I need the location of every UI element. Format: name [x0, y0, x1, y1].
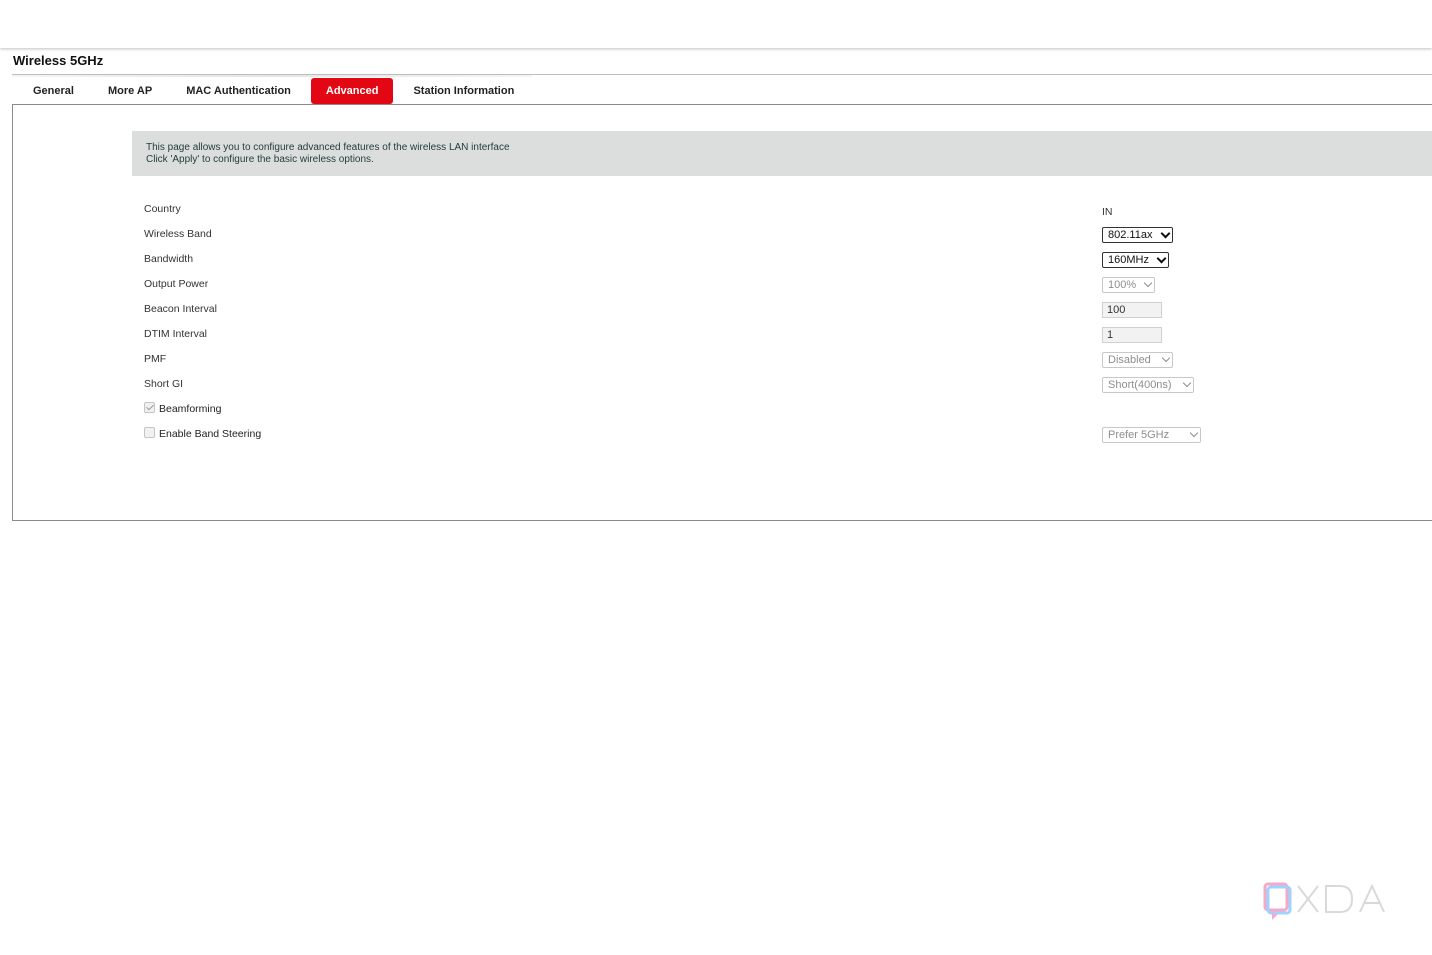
pmf-select[interactable]: Disabled — [1102, 352, 1173, 368]
tab-more-ap[interactable]: More AP — [94, 78, 166, 104]
tab-advanced[interactable]: Advanced — [310, 77, 394, 104]
row-dtim-interval: DTIM Interval 1 — [144, 327, 1244, 352]
row-beamforming: Beamforming — [144, 401, 1244, 427]
row-beacon-interval: Beacon Interval 100 — [144, 302, 1244, 327]
info-line-1: This page allows you to configure advanc… — [146, 142, 510, 153]
chevron-down-icon — [1160, 228, 1171, 238]
wireless-band-control: 802.11ax — [1102, 225, 1173, 243]
beamforming-checkbox[interactable] — [144, 401, 155, 413]
row-bandwidth: Bandwidth 160MHz — [144, 252, 1244, 277]
dtim-interval-control: 1 — [1102, 325, 1162, 343]
band-steering-option: Enable Band Steering — [144, 426, 262, 441]
short-gi-select[interactable]: Short(400ns) — [1102, 377, 1194, 393]
row-band-steering: Enable Band Steering Prefer 5GHz — [144, 425, 1244, 452]
pmf-control: Disabled — [1102, 350, 1173, 368]
bandwidth-select[interactable]: 160MHz — [1102, 252, 1169, 268]
page-title: Wireless 5GHz — [13, 53, 104, 68]
beamforming-label: Beamforming — [159, 403, 222, 415]
beamforming-option: Beamforming — [144, 401, 222, 416]
wireless-band-select[interactable]: 802.11ax — [1102, 227, 1173, 243]
wireless-band-label: Wireless Band — [144, 228, 212, 240]
row-wireless-band: Wireless Band 802.11ax — [144, 227, 1244, 252]
beacon-interval-control: 100 — [1102, 300, 1162, 318]
info-banner: This page allows you to configure advanc… — [132, 131, 1432, 176]
output-power-value: 100% — [1108, 279, 1137, 291]
country-control: IN — [1102, 200, 1113, 218]
row-short-gi: Short GI Short(400ns) — [144, 377, 1244, 402]
top-header-bar — [0, 0, 1432, 48]
bandwidth-label: Bandwidth — [144, 253, 194, 265]
output-power-control: 100% — [1102, 275, 1155, 293]
tab-station-information[interactable]: Station Information — [399, 78, 528, 104]
band-steering-select[interactable]: Prefer 5GHz — [1102, 427, 1201, 443]
country-label: Country — [144, 203, 181, 215]
wireless-band-value: 802.11ax — [1108, 229, 1153, 241]
checkmark-icon — [146, 402, 154, 411]
row-pmf: PMF Disabled — [144, 352, 1244, 377]
dtim-interval-label: DTIM Interval — [144, 328, 208, 340]
xda-logo-icon — [1263, 881, 1386, 920]
tab-bar: General More AP MAC Authentication Advan… — [13, 77, 528, 104]
beacon-interval-input[interactable]: 100 — [1102, 302, 1162, 318]
bandwidth-value: 160MHz — [1108, 254, 1149, 266]
chevron-down-icon — [1143, 278, 1153, 288]
chevron-down-icon — [1182, 378, 1192, 388]
output-power-label: Output Power — [144, 278, 209, 290]
chevron-down-icon — [1156, 253, 1167, 263]
tab-mac-authentication[interactable]: MAC Authentication — [172, 78, 305, 104]
info-line-2: Click 'Apply' to configure the basic wir… — [146, 154, 374, 165]
short-gi-control: Short(400ns) — [1102, 375, 1194, 393]
pmf-value: Disabled — [1108, 354, 1151, 366]
dtim-interval-input[interactable]: 1 — [1102, 327, 1162, 343]
band-steering-label: Enable Band Steering — [159, 428, 262, 440]
output-power-select[interactable]: 100% — [1102, 277, 1155, 293]
band-steering-checkbox[interactable] — [144, 426, 155, 438]
country-value: IN — [1102, 206, 1113, 218]
chevron-down-icon — [1161, 353, 1171, 363]
bandwidth-control: 160MHz — [1102, 250, 1169, 268]
band-steering-value: Prefer 5GHz — [1108, 429, 1170, 441]
row-output-power: Output Power 100% — [144, 277, 1244, 302]
short-gi-label: Short GI — [144, 378, 184, 390]
pmf-label: PMF — [144, 353, 167, 365]
band-steering-control: Prefer 5GHz — [1102, 425, 1201, 443]
short-gi-value: Short(400ns) — [1108, 379, 1172, 391]
beacon-interval-label: Beacon Interval — [144, 303, 217, 315]
chevron-down-icon — [1189, 428, 1199, 438]
tab-general[interactable]: General — [19, 78, 88, 104]
row-country: Country IN — [144, 202, 1244, 227]
